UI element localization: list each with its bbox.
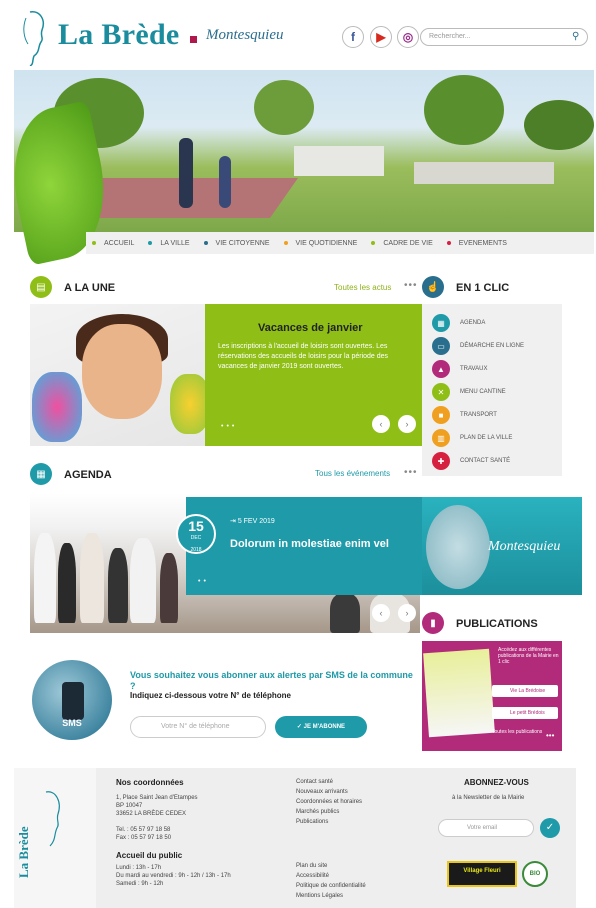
une-image (30, 304, 205, 446)
search-input[interactable]: Rechercher... (420, 28, 588, 46)
une-title: A LA UNE (64, 282, 116, 294)
newsletter-submit-button[interactable]: ✓ (540, 818, 560, 838)
footer-link-sante[interactable]: Contact santé (296, 778, 333, 786)
youtube-icon[interactable]: ▶ (370, 26, 392, 48)
publications-title: PUBLICATIONS (456, 618, 538, 630)
newsletter-title: ABONNEZ-VOUS (464, 778, 529, 787)
nav-item-la-ville[interactable]: LA VILLE (148, 240, 190, 247)
nav-item-accueil[interactable]: ACCUEIL (92, 240, 134, 247)
clic-item-plan[interactable]: PLAN DE LA VILLE (460, 435, 512, 441)
warning-icon[interactable]: ▲ (432, 360, 450, 378)
newsletter-email-input[interactable]: Votre email (438, 819, 534, 837)
brand-square (190, 36, 197, 43)
clic-item-agenda[interactable]: AGENDA (460, 320, 485, 326)
footer (14, 768, 576, 908)
publication-button-2[interactable]: Le petit Brédois (492, 707, 558, 719)
phone-input[interactable]: Votre N° de téléphone (130, 716, 266, 738)
footer-link-plan[interactable]: Plan du site (296, 862, 327, 870)
clic-item-sante[interactable]: CONTACT SANTÉ (460, 458, 510, 464)
une-headline[interactable]: Vacances de janvier (258, 322, 363, 334)
hours-line-1: Lundi : 13h - 17h (116, 865, 162, 871)
clic-item-demarche[interactable]: DÉMARCHE EN LIGNE (460, 343, 524, 349)
agenda-date-label: ⇥ 5 FEV 2019 (230, 518, 275, 525)
facebook-icon[interactable]: f (342, 26, 364, 48)
address-line-1: 1, Place Saint Jean d'Etampes (116, 795, 198, 801)
agenda-icon: ▦ (30, 463, 52, 485)
book-icon: ▮ (422, 612, 444, 634)
agenda-pager-dots[interactable]: •• (198, 578, 209, 585)
montesquieu-banner: Montesquieu (422, 497, 582, 595)
hours-line-3: Samedi : 9h - 12h (116, 881, 164, 887)
footer-link-marches[interactable]: Marchés publics (296, 808, 339, 816)
village-fleuri-logo: Village Fleuri (447, 861, 517, 887)
sms-subheading: Indiquez ci-dessous votre N° de téléphon… (130, 691, 292, 700)
all-events-link[interactable]: Tous les événements (315, 469, 390, 478)
footer-link-arrivants[interactable]: Nouveaux arrivants (296, 788, 348, 796)
clic-item-cantine[interactable]: MENU CANTINE (460, 389, 506, 395)
all-publications-link[interactable]: Toutes les publications (492, 729, 542, 735)
agenda-title: AGENDA (64, 469, 112, 481)
footer-link-mentions[interactable]: Mentions Légales (296, 892, 343, 900)
brand-title[interactable]: La Brède (58, 18, 180, 52)
pointer-icon: ☝ (422, 276, 444, 298)
nav-item-vie-quotidienne[interactable]: VIE QUOTIDIENNE (283, 240, 357, 247)
footer-profile-icon (45, 791, 60, 847)
nav-item-evenements[interactable]: EVENEMENTS (446, 240, 507, 247)
health-icon[interactable]: ✚ (432, 452, 450, 470)
map-icon[interactable]: ▥ (432, 429, 450, 447)
une-text: Les inscriptions à l'accueil de loisirs … (218, 343, 389, 370)
screen-icon[interactable]: ▭ (432, 337, 450, 355)
sms-hand-image: SMS (32, 660, 112, 740)
sms-label: SMS (62, 718, 82, 728)
agenda-next-button[interactable]: › (398, 604, 416, 622)
newsletter-sub: à la Newsletter de la Mairie (452, 795, 525, 801)
clic-title: EN 1 CLIC (456, 282, 510, 294)
publications-panel: Accédez aux différentes publications de … (422, 641, 562, 751)
subscribe-button[interactable]: ✓ JE M'ABONNE (275, 716, 367, 738)
footer-side-logo: La Brède (14, 768, 96, 908)
all-news-link[interactable]: Toutes les actus (334, 283, 391, 292)
fork-icon[interactable]: ✕ (432, 383, 450, 401)
bus-icon[interactable]: ■ (432, 406, 450, 424)
fax: Fax : 05 57 97 18 50 (116, 835, 172, 841)
agenda-prev-button[interactable]: ‹ (372, 604, 390, 622)
clic-item-transport[interactable]: TRANSPORT (460, 412, 497, 418)
clic-item-travaux[interactable]: TRAVAUX (460, 366, 487, 372)
footer-link-accessibilite[interactable]: Accessibilité (296, 872, 329, 880)
agenda-event-title[interactable]: Dolorum in molestiae enim vel (230, 538, 389, 550)
coords-title: Nos coordonnées (116, 778, 184, 787)
main-nav: ACCUEIL LA VILLE VIE CITOYENNE VIE QUOTI… (86, 232, 594, 254)
news-icon: ▤ (30, 276, 52, 298)
footer-link-publications[interactable]: Publications (296, 818, 328, 826)
agenda-more-dots-icon[interactable]: ••• (404, 467, 418, 478)
hours-line-2: Du mardi au vendredi : 9h - 12h / 13h - … (116, 873, 231, 879)
montesquieu-profile-logo (23, 11, 44, 66)
search-icon[interactable]: ⚲ (572, 31, 579, 42)
footer-link-confidentialite[interactable]: Politique de confidentialité (296, 882, 366, 890)
bio-logo: BIO (522, 861, 548, 887)
instagram-icon[interactable]: ◎ (397, 26, 419, 48)
banner-signature: Montesquieu (488, 539, 561, 554)
montesquieu-signature: Montesquieu (206, 27, 284, 43)
une-prev-button[interactable]: ‹ (372, 415, 390, 433)
une-pager-dots[interactable]: ••• (221, 423, 237, 430)
nav-item-vie-citoyenne[interactable]: VIE CITOYENNE (203, 240, 270, 247)
sms-heading: Vous souhaitez vous abonner aux alertes … (130, 670, 413, 691)
agenda-date-badge: 15 DEC 2018 (176, 514, 216, 554)
more-dots-icon[interactable]: ••• (404, 280, 418, 291)
une-next-button[interactable]: › (398, 415, 416, 433)
nav-item-cadre-de-vie[interactable]: CADRE DE VIE (371, 240, 433, 247)
tel[interactable]: Tel. : 05 57 97 18 58 (116, 826, 170, 834)
public-title: Accueil du public (116, 851, 183, 860)
footer-link-coords[interactable]: Coordonnées et horaires (296, 798, 362, 806)
publications-more-dots-icon[interactable]: ••• (546, 731, 554, 740)
calendar-icon[interactable]: ▦ (432, 314, 450, 332)
address-line-3: 33652 LA BRÈDE CEDEX (116, 811, 187, 817)
publication-button-1[interactable]: Vie La Brédoise (492, 685, 558, 697)
address-line-2: BP 10047 (116, 803, 143, 809)
footer-brand: La Brède (16, 826, 31, 878)
publication-cover[interactable] (423, 648, 495, 738)
publications-text: Accédez aux différentes publications de … (498, 647, 559, 665)
